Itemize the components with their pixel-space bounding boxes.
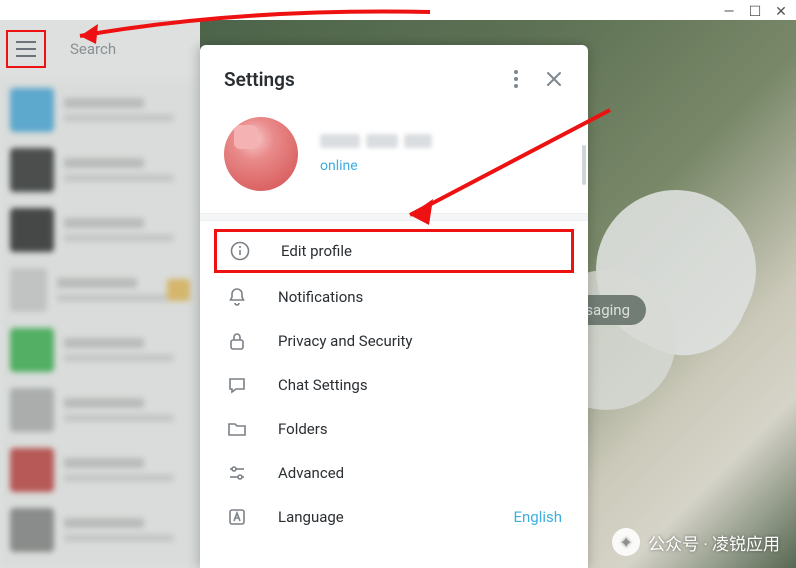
menu-label: Advanced	[278, 464, 344, 482]
close-icon	[546, 71, 562, 87]
menu-item-folders[interactable]: Folders	[200, 407, 588, 451]
language-icon	[226, 506, 248, 528]
menu-item-chat-settings[interactable]: Chat Settings	[200, 363, 588, 407]
menu-label: Language	[278, 508, 344, 526]
profile-section[interactable]: online	[200, 111, 588, 213]
settings-title: Settings	[224, 68, 492, 91]
menu-item-language[interactable]: Language English	[200, 495, 588, 539]
watermark-text: 公众号 · 凌锐应用	[648, 530, 780, 555]
menu-item-privacy[interactable]: Privacy and Security	[200, 319, 588, 363]
menu-button[interactable]	[16, 41, 36, 57]
info-icon	[229, 240, 251, 262]
chat-icon	[226, 374, 248, 396]
settings-panel: Settings online Edit profile Notificatio…	[200, 45, 588, 568]
menu-label: Chat Settings	[278, 376, 368, 394]
menu-label: Edit profile	[281, 242, 352, 260]
profile-name	[320, 134, 432, 148]
minimize-button[interactable]: —	[722, 4, 736, 20]
close-window-button[interactable]: ✕	[774, 4, 788, 20]
menu-item-edit-profile[interactable]: Edit profile	[214, 229, 574, 273]
menu-label: Privacy and Security	[278, 332, 413, 350]
menu-label: Folders	[278, 420, 328, 438]
wechat-icon: ✦	[612, 528, 640, 556]
watermark: ✦ 公众号 · 凌锐应用	[612, 528, 780, 556]
window-controls: — ☐ ✕	[722, 0, 796, 20]
bell-icon	[226, 286, 248, 308]
avatar	[224, 117, 298, 191]
menu-item-notifications[interactable]: Notifications	[200, 275, 588, 319]
sliders-icon	[226, 462, 248, 484]
search-input[interactable]: Search	[64, 40, 116, 58]
separator	[200, 213, 588, 221]
maximize-button[interactable]: ☐	[748, 4, 762, 20]
scrollbar[interactable]	[582, 145, 586, 185]
menu-value: English	[513, 508, 562, 526]
hamburger-highlight	[6, 30, 46, 68]
menu-item-advanced[interactable]: Advanced	[200, 451, 588, 495]
close-button[interactable]	[540, 65, 568, 93]
folder-icon	[226, 418, 248, 440]
more-button[interactable]	[502, 65, 530, 93]
menu-label: Notifications	[278, 288, 363, 306]
profile-status: online	[320, 158, 432, 174]
settings-menu: Edit profile Notifications Privacy and S…	[200, 221, 588, 545]
lock-icon	[226, 330, 248, 352]
kebab-icon	[514, 70, 518, 88]
